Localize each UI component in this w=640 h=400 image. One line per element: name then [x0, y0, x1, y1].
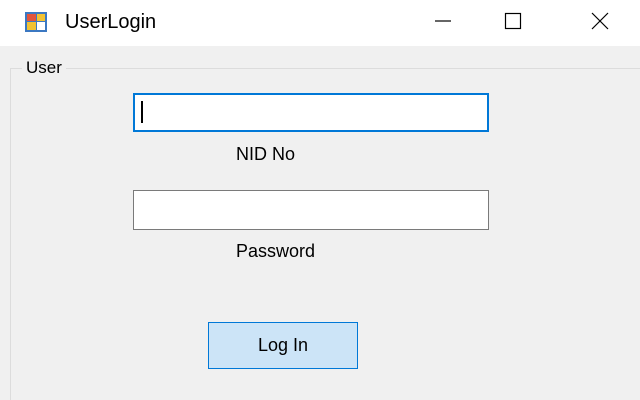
groupbox-label: User — [22, 58, 66, 78]
window-title: UserLogin — [65, 11, 157, 33]
close-icon — [590, 11, 610, 36]
minimize-icon — [433, 11, 453, 36]
login-button[interactable]: Log In — [208, 322, 358, 369]
nid-label: NID No — [236, 144, 296, 164]
password-label: Password — [236, 241, 316, 261]
login-button-label: Log In — [257, 335, 309, 355]
close-button[interactable] — [565, 0, 635, 46]
maximize-button[interactable] — [478, 0, 548, 46]
minimize-button[interactable] — [408, 0, 478, 46]
nid-input[interactable] — [133, 93, 489, 132]
app-form-icon — [25, 12, 47, 32]
maximize-icon — [503, 11, 523, 36]
userlogin-window: UserLogin User NID No Password Log In — [0, 0, 640, 400]
form-client-area: User NID No Password Log In — [0, 46, 640, 400]
password-input[interactable] — [133, 190, 489, 230]
title-bar[interactable]: UserLogin — [0, 0, 640, 46]
